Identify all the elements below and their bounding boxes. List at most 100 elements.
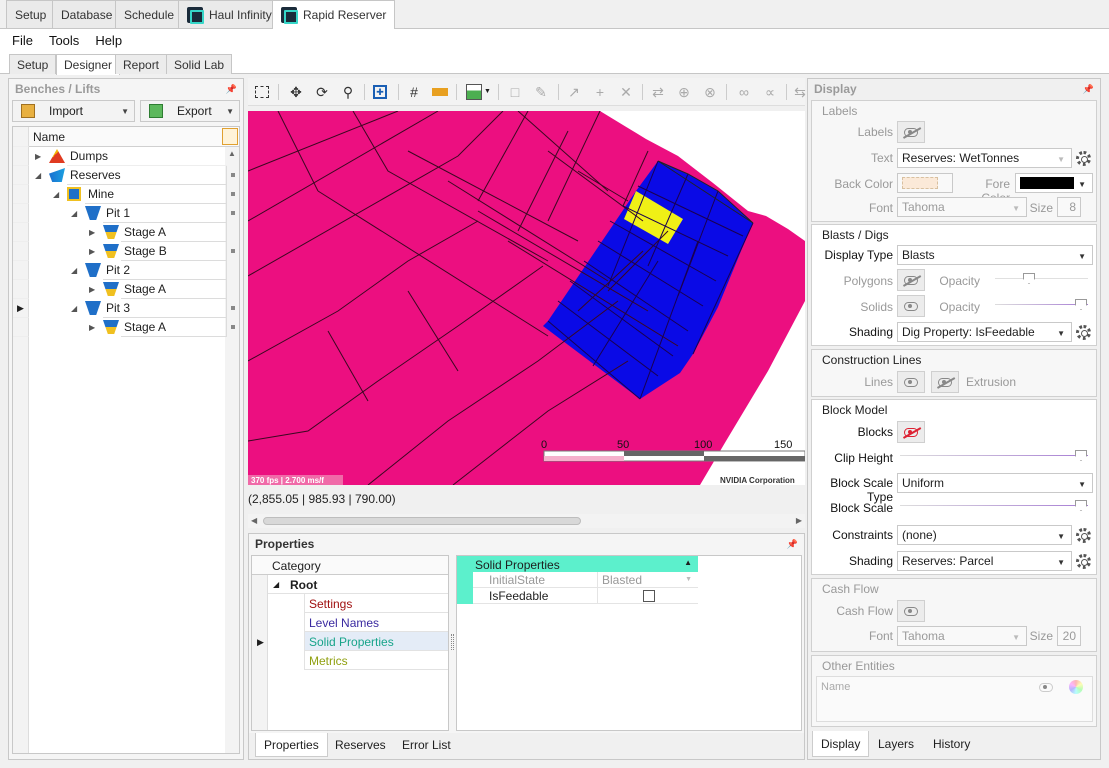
more-icon[interactable]: ⇆ bbox=[792, 84, 808, 100]
image-icon[interactable] bbox=[466, 84, 482, 100]
link-icon[interactable]: ∞ bbox=[736, 84, 752, 100]
solids-opacity-slider[interactable] bbox=[995, 298, 1088, 312]
cash-flow-toggle[interactable] bbox=[897, 600, 925, 622]
category-solid-properties[interactable]: Solid Properties bbox=[304, 632, 448, 651]
tree-row-pit1-stage-b[interactable]: ▶ Stage B bbox=[13, 242, 239, 261]
tree-row-pit-1[interactable]: ◢ Pit 1 bbox=[13, 204, 239, 223]
collapse-icon[interactable]: ◢ bbox=[71, 266, 77, 275]
property-value[interactable]: Blasted bbox=[598, 572, 698, 588]
grid-icon[interactable]: # bbox=[406, 84, 422, 100]
tree-row-pit-2[interactable]: ◢ Pit 2 bbox=[13, 261, 239, 280]
measure-icon[interactable] bbox=[432, 88, 448, 96]
fore-color-picker[interactable]: ▼ bbox=[1015, 173, 1093, 193]
subtab-setup[interactable]: Setup bbox=[9, 54, 57, 74]
back-color-picker[interactable] bbox=[897, 173, 953, 193]
lines-toggle[interactable] bbox=[897, 371, 925, 393]
property-row-isfeedable[interactable]: IsFeedable bbox=[457, 588, 698, 604]
blast-shading-select[interactable]: Dig Property: IsFeedable ▼ bbox=[897, 322, 1072, 342]
extrusion-toggle[interactable] bbox=[931, 371, 959, 393]
tab-properties[interactable]: Properties bbox=[255, 733, 328, 757]
category-metrics[interactable]: Metrics bbox=[304, 651, 448, 670]
blocks-toggle[interactable] bbox=[897, 421, 925, 443]
unlink-icon[interactable]: ∝ bbox=[762, 84, 778, 100]
scroll-right-icon[interactable]: ▶ bbox=[796, 516, 802, 525]
zoom-icon[interactable]: ⚲ bbox=[340, 84, 356, 100]
import-button[interactable]: Import ▼ bbox=[12, 100, 135, 122]
eye-icon[interactable] bbox=[1039, 683, 1053, 692]
column-name-header[interactable]: Name bbox=[33, 130, 65, 144]
property-row-initialstate[interactable]: InitialState Blasted ▼ bbox=[457, 572, 698, 604]
add-point-icon[interactable]: + bbox=[592, 84, 608, 100]
tab-display[interactable]: Display bbox=[812, 731, 870, 757]
subtab-report[interactable]: Report bbox=[115, 54, 168, 74]
block-shading-settings-icon[interactable] bbox=[1076, 554, 1091, 569]
display-type-select[interactable]: Blasts ▼ bbox=[897, 245, 1093, 265]
subtab-solid-lab[interactable]: Solid Lab bbox=[166, 54, 233, 74]
text-select[interactable]: Reserves: WetTonnes ▼ bbox=[897, 148, 1072, 168]
expand-icon[interactable]: ▶ bbox=[35, 152, 41, 161]
rotate-icon[interactable]: ⟳ bbox=[314, 84, 330, 100]
constraints-settings-icon[interactable] bbox=[1076, 528, 1091, 543]
block-shading-select[interactable]: Reserves: Parcel ▼ bbox=[897, 551, 1072, 571]
slider-thumb[interactable] bbox=[1075, 450, 1087, 461]
collapse-icon[interactable]: ◢ bbox=[53, 190, 59, 199]
delete-point-icon[interactable]: ✕ bbox=[618, 84, 634, 100]
property-grid-header[interactable]: Solid Properties ▲ bbox=[457, 556, 698, 572]
solids-toggle[interactable] bbox=[897, 295, 925, 317]
font-select[interactable]: Tahoma ▼ bbox=[897, 197, 1027, 217]
text-settings-icon[interactable] bbox=[1076, 151, 1091, 166]
menu-file[interactable]: File bbox=[4, 33, 41, 48]
collapse-icon[interactable]: ◢ bbox=[273, 580, 279, 589]
expand-icon[interactable]: ▶ bbox=[89, 285, 95, 294]
collapse-icon[interactable]: ◢ bbox=[71, 304, 77, 313]
constraints-select[interactable]: (none) ▼ bbox=[897, 525, 1072, 545]
zoom-extents-icon[interactable]: ✚ bbox=[373, 85, 387, 99]
polygons-opacity-slider[interactable] bbox=[995, 272, 1088, 286]
block-scale-slider[interactable] bbox=[900, 499, 1088, 513]
expand-icon[interactable]: ▶ bbox=[89, 323, 95, 332]
pin-icon[interactable]: 📌 bbox=[226, 84, 237, 95]
tab-layers[interactable]: Layers bbox=[878, 737, 914, 751]
scroll-left-icon[interactable]: ◀ bbox=[251, 516, 257, 525]
tree-row-pit1-stage-a[interactable]: ▶ Stage A bbox=[13, 223, 239, 242]
tree-row-pit3-stage-a[interactable]: ▶ Stage A bbox=[13, 318, 239, 337]
menu-help[interactable]: Help bbox=[87, 33, 130, 48]
expand-icon[interactable]: ▶ bbox=[89, 247, 95, 256]
tree-row-reserves[interactable]: ◢ Reserves bbox=[13, 166, 239, 185]
pan-icon[interactable]: ✥ bbox=[288, 84, 304, 100]
slider-thumb[interactable] bbox=[1075, 299, 1087, 310]
delete-line-icon[interactable]: ⊗ bbox=[702, 84, 718, 100]
size-spinner[interactable]: 8 bbox=[1057, 197, 1081, 217]
add-line-icon[interactable]: ⊕ bbox=[676, 84, 692, 100]
category-root[interactable]: ◢ Root bbox=[268, 575, 448, 594]
tab-setup[interactable]: Setup bbox=[6, 0, 56, 28]
tree-row-dumps[interactable]: ▶ Dumps bbox=[13, 147, 239, 166]
isfeedable-checkbox[interactable] bbox=[643, 590, 655, 602]
polygon-icon[interactable]: □ bbox=[507, 84, 523, 100]
other-entities-list[interactable]: Name bbox=[816, 676, 1093, 722]
expand-icon[interactable]: ▶ bbox=[89, 228, 95, 237]
tab-history[interactable]: History bbox=[933, 737, 970, 751]
viewport-scrollbar[interactable]: ◀ ▶ bbox=[248, 514, 805, 528]
tab-database[interactable]: Database bbox=[52, 0, 122, 28]
category-level-names[interactable]: Level Names bbox=[304, 613, 448, 632]
collapse-icon[interactable]: ◢ bbox=[71, 209, 77, 218]
slider-thumb[interactable] bbox=[1075, 500, 1087, 511]
menu-tools[interactable]: Tools bbox=[41, 33, 87, 48]
tree-row-pit-3[interactable]: ▶ ◢ Pit 3 bbox=[13, 299, 239, 318]
polygons-toggle[interactable] bbox=[897, 269, 925, 291]
export-button[interactable]: Export ▼ bbox=[140, 100, 240, 122]
chevron-down-icon[interactable]: ▼ bbox=[685, 576, 692, 583]
pencil-icon[interactable]: ✎ bbox=[533, 84, 549, 100]
3d-viewport[interactable]: 0 50 100 150 370 fps | 2.700 ms/f NVIDIA… bbox=[248, 111, 805, 485]
cashflow-size-spinner[interactable]: 20 bbox=[1057, 626, 1081, 646]
pin-icon[interactable]: 📌 bbox=[1083, 84, 1094, 95]
tab-haul-infinity[interactable]: Haul Infinity bbox=[178, 0, 281, 28]
block-scale-type-select[interactable]: Uniform ▼ bbox=[897, 473, 1093, 493]
tree-row-pit2-stage-a[interactable]: ▶ Stage A bbox=[13, 280, 239, 299]
move-point-icon[interactable]: ↗ bbox=[566, 84, 582, 100]
subtab-designer[interactable]: Designer bbox=[56, 54, 121, 75]
cashflow-font-select[interactable]: Tahoma ▼ bbox=[897, 626, 1027, 646]
slider-thumb[interactable] bbox=[1023, 273, 1035, 284]
tree-row-mine[interactable]: ◢ Mine bbox=[13, 185, 239, 204]
